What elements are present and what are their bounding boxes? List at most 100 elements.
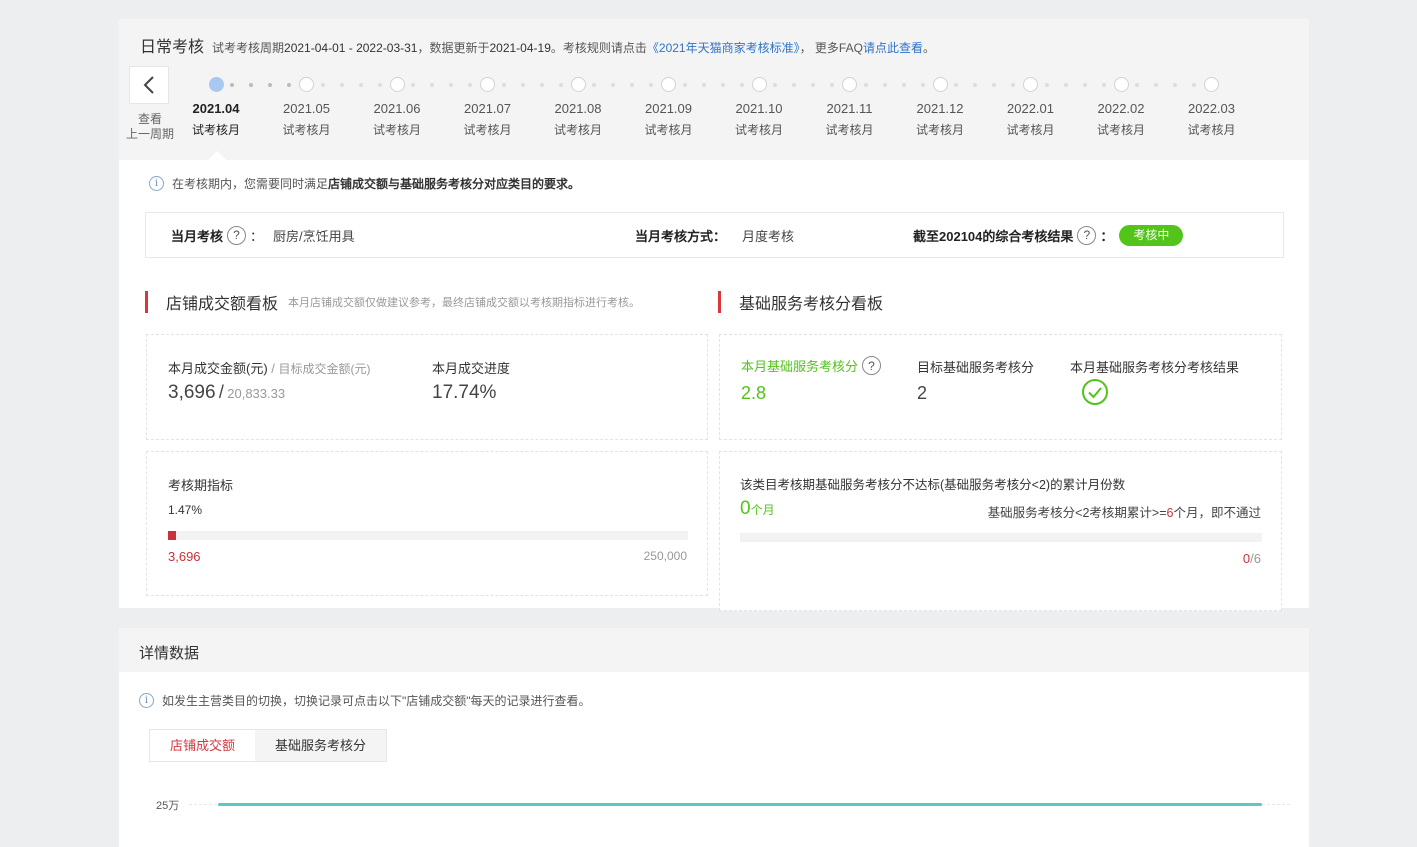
timeline-dot bbox=[901, 83, 906, 87]
timeline-month-label[interactable]: 试考核月 bbox=[176, 121, 256, 138]
timeline-month-date[interactable]: 2021.12 bbox=[900, 101, 980, 116]
chart-y-tick: 25万 bbox=[156, 800, 180, 812]
sales-month-panel: 本月成交金额(元) / 目标成交金额(元) 3,696 / 20,833.33 … bbox=[146, 334, 708, 440]
timeline-month-marker[interactable] bbox=[751, 77, 767, 92]
timeline-month-date[interactable]: 2021.06 bbox=[357, 101, 437, 116]
fail-months-value: 0 bbox=[740, 498, 751, 519]
timeline-dot bbox=[287, 83, 291, 87]
timeline-dot bbox=[973, 83, 977, 87]
timeline-month-date[interactable]: 2022.02 bbox=[1081, 101, 1161, 116]
chart-series-line bbox=[218, 803, 1262, 806]
timeline-month-marker[interactable] bbox=[299, 77, 314, 92]
chevron-left-icon bbox=[143, 76, 154, 94]
timeline-dot bbox=[539, 83, 544, 87]
timeline-dot bbox=[501, 83, 506, 87]
question-icon[interactable]: ? bbox=[227, 225, 247, 245]
timeline-dot bbox=[954, 83, 958, 87]
timeline-month-marker[interactable] bbox=[389, 77, 405, 92]
timeline-dot bbox=[992, 83, 996, 87]
faq-link[interactable]: 请点此查看 bbox=[863, 41, 923, 55]
period-index-pct: 1.47% bbox=[168, 503, 203, 517]
timeline-month-date[interactable]: 2022.03 bbox=[1172, 101, 1252, 116]
period-progress-fill bbox=[168, 531, 176, 540]
timeline-month-date[interactable]: 2021.10 bbox=[719, 101, 799, 116]
question-icon[interactable]: ? bbox=[862, 356, 882, 375]
timeline-month-label[interactable]: 试考核月 bbox=[719, 121, 799, 138]
progress-value: 17.74% bbox=[432, 382, 497, 403]
timeline-dot bbox=[830, 83, 834, 87]
month-exam-cell: 当月考核 ? ： 厨房/烹饪用具 bbox=[171, 213, 355, 257]
timeline-dot bbox=[792, 83, 796, 87]
timeline-dot bbox=[630, 83, 634, 87]
timeline-month-marker[interactable] bbox=[570, 77, 586, 92]
detail-data-card: 详情数据 i 如发生主营类目的切换，切换记录可点击以下"店铺成交额"每天的记录进… bbox=[119, 628, 1309, 847]
timeline-dot bbox=[682, 83, 687, 87]
assessment-header: 日常考核 试考考核周期2021-04-01 - 2022-03-31，数据更新于… bbox=[119, 19, 1309, 160]
exam-method-cell: 当月考核方式： 月度考核 bbox=[635, 213, 794, 257]
tab-store-sales[interactable]: 店铺成交额 bbox=[150, 730, 256, 761]
fail-months-count: 0/6 bbox=[1242, 551, 1261, 566]
timeline-dot bbox=[863, 83, 868, 87]
timeline-month-marker[interactable] bbox=[661, 77, 676, 92]
timeline-dot bbox=[377, 83, 382, 87]
exam-summary-bar: 当月考核 ? ： 厨房/烹饪用具 当月考核方式： 月度考核 截至202104的综… bbox=[145, 212, 1284, 258]
timeline-month-marker[interactable] bbox=[932, 77, 948, 92]
timeline-dot bbox=[1192, 83, 1196, 87]
timeline-month-marker[interactable] bbox=[480, 77, 495, 92]
timeline-month-label[interactable]: 试考核月 bbox=[538, 121, 618, 138]
rule-standard-link[interactable]: 《2021年天猫商家考核标准》 bbox=[647, 41, 800, 55]
timeline-dot bbox=[739, 83, 744, 87]
timeline-month-date[interactable]: 2021.11 bbox=[810, 101, 890, 116]
timeline-month-date[interactable]: 2021.05 bbox=[267, 101, 347, 116]
timeline-month-label[interactable]: 试考核月 bbox=[1172, 121, 1252, 138]
prev-period-label[interactable]: 查看 上一周期 bbox=[119, 112, 181, 142]
check-circle-icon bbox=[1081, 378, 1109, 409]
timeline-month-label[interactable]: 试考核月 bbox=[629, 121, 709, 138]
tab-service-score[interactable]: 基础服务考核分 bbox=[255, 730, 387, 761]
timeline-month-date[interactable]: 2022.01 bbox=[991, 101, 1071, 116]
timeline-dot bbox=[320, 83, 325, 87]
timeline-month-label[interactable]: 试考核月 bbox=[810, 121, 890, 138]
timeline-dot bbox=[411, 83, 415, 87]
exam-method: 月度考核 bbox=[742, 228, 795, 244]
service-target-label: 目标基础服务考核分 bbox=[917, 360, 1035, 375]
timeline-month-marker[interactable] bbox=[1204, 77, 1219, 92]
timeline-month-date[interactable]: 2021.07 bbox=[448, 101, 528, 116]
timeline-month-marker[interactable] bbox=[1113, 77, 1129, 92]
timeline-dot bbox=[701, 83, 706, 87]
timeline-month-label[interactable]: 试考核月 bbox=[448, 121, 528, 138]
question-icon[interactable]: ? bbox=[1077, 225, 1097, 245]
timeline-month-marker[interactable] bbox=[208, 77, 224, 92]
service-month-panel: 本月基础服务考核分 ? 2.8 目标基础服务考核分 2 本月基础服务考核分考核结… bbox=[719, 334, 1282, 440]
prev-period-button[interactable] bbox=[129, 66, 169, 104]
timeline-dot bbox=[811, 83, 815, 87]
timeline-dot bbox=[1135, 83, 1139, 87]
timeline-dot bbox=[558, 83, 563, 87]
timeline-month-marker[interactable] bbox=[842, 77, 857, 92]
timeline-month-label[interactable]: 试考核月 bbox=[357, 121, 437, 138]
timeline-month-label[interactable]: 试考核月 bbox=[267, 121, 347, 138]
status-badge: 考核中 bbox=[1119, 224, 1184, 246]
detail-notice: i 如发生主营类目的切换，切换记录可点击以下"店铺成交额"每天的记录进行查看。 bbox=[139, 692, 591, 709]
month-amount-label: 本月成交金额(元) bbox=[168, 361, 268, 376]
timeline-month-date[interactable]: 2021.08 bbox=[538, 101, 618, 116]
timeline-month-date[interactable]: 2021.09 bbox=[629, 101, 709, 116]
service-board-title: 基础服务考核分看板 bbox=[718, 290, 893, 314]
month-amount: 3,696 bbox=[168, 382, 216, 403]
timeline-month-label[interactable]: 试考核月 bbox=[991, 121, 1071, 138]
timeline-dot bbox=[520, 83, 525, 87]
period-range: 2021-04-01 - 2022-03-31 bbox=[284, 41, 418, 55]
period-info: 试考考核周期2021-04-01 - 2022-03-31，数据更新于2021-… bbox=[212, 41, 935, 55]
timeline-month-marker[interactable] bbox=[1023, 77, 1038, 92]
timeline-dot bbox=[592, 83, 596, 87]
sales-board-title: 店铺成交额看板 本月店铺成交额仅做建议参考，最终店铺成交额以考核期指标进行考核。 bbox=[145, 290, 640, 314]
timeline-month-label[interactable]: 试考核月 bbox=[1081, 121, 1161, 138]
period-index-label: 考核期指标 bbox=[168, 478, 234, 493]
target-amount-label: 目标成交金额(元) bbox=[278, 362, 371, 376]
exam-category: 厨房/烹饪用具 bbox=[273, 228, 355, 244]
detail-title: 详情数据 bbox=[139, 645, 200, 662]
timeline-month-label[interactable]: 试考核月 bbox=[900, 121, 980, 138]
update-date: 2021-04-19 bbox=[489, 41, 551, 55]
header-title-row: 日常考核 试考考核周期2021-04-01 - 2022-03-31，数据更新于… bbox=[140, 33, 935, 57]
timeline-month-date[interactable]: 2021.04 bbox=[176, 101, 256, 116]
